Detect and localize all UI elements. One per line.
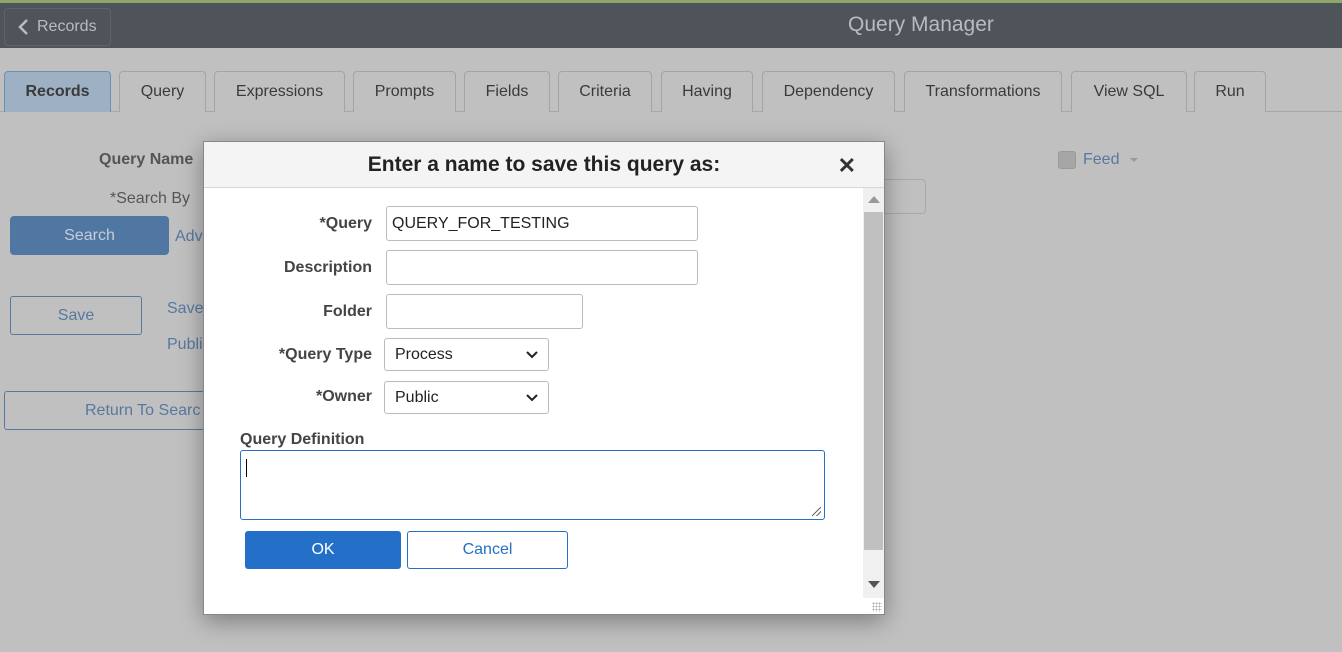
text-cursor: [246, 459, 247, 477]
query-definition-label: Query Definition: [240, 431, 365, 448]
tab-having[interactable]: Having: [661, 71, 753, 112]
owner-label: *Owner: [315, 388, 372, 405]
save-button[interactable]: Save: [10, 296, 142, 335]
dialog-resize-icon[interactable]: [872, 602, 882, 612]
query-name-label: Query Name: [99, 151, 194, 168]
search-by-label: *Search By: [110, 190, 191, 207]
tab-records[interactable]: Records: [4, 71, 111, 112]
app-header: Records Query Manager: [0, 3, 1342, 48]
description-label: Description: [283, 259, 372, 276]
owner-select[interactable]: Public: [384, 381, 549, 414]
tab-query[interactable]: Query: [119, 71, 206, 112]
back-label: Records: [37, 18, 97, 35]
advanced-search-link[interactable]: Adv: [175, 228, 203, 246]
query-type-value: Process: [395, 345, 453, 363]
page-title: Query Manager: [848, 13, 994, 36]
chevron-down-icon: [526, 350, 538, 358]
chevron-left-icon: [18, 19, 28, 35]
folder-input[interactable]: [386, 294, 583, 329]
back-button[interactable]: Records: [4, 8, 111, 46]
feed-label: Feed: [1083, 151, 1120, 168]
caret-down-icon: [1130, 158, 1139, 162]
tab-fields[interactable]: Fields: [464, 71, 550, 112]
new-query-link[interactable]: Publi: [167, 336, 203, 354]
tab-expressions[interactable]: Expressions: [214, 71, 345, 112]
search-button[interactable]: Search: [10, 216, 169, 255]
scroll-up-icon[interactable]: [868, 196, 880, 203]
dialog-title: Enter a name to save this query as:: [367, 152, 721, 176]
resize-grip-icon[interactable]: [812, 507, 821, 516]
query-definition-textarea[interactable]: [240, 450, 825, 520]
tab-dependency[interactable]: Dependency: [762, 71, 895, 112]
close-icon[interactable]: ✕: [838, 153, 856, 179]
query-label: *Query: [319, 215, 372, 232]
tab-view-sql[interactable]: View SQL: [1071, 71, 1187, 112]
tab-prompts[interactable]: Prompts: [353, 71, 456, 112]
rss-icon: [1058, 151, 1076, 169]
query-type-select[interactable]: Process: [384, 338, 549, 371]
folder-label: Folder: [323, 303, 372, 320]
dialog-scrollbar[interactable]: [863, 188, 884, 598]
save-as-link[interactable]: Save: [167, 300, 203, 318]
ok-button[interactable]: OK: [245, 531, 401, 569]
description-input[interactable]: [386, 250, 698, 285]
dialog-header: Enter a name to save this query as: ✕: [204, 142, 884, 188]
owner-value: Public: [395, 388, 439, 406]
tab-transformations[interactable]: Transformations: [904, 71, 1062, 112]
tab-run[interactable]: Run: [1194, 71, 1266, 112]
cancel-button[interactable]: Cancel: [407, 531, 568, 569]
query-name-input[interactable]: QUERY_FOR_TESTING: [386, 206, 698, 241]
chevron-down-icon: [526, 393, 538, 401]
tab-criteria[interactable]: Criteria: [558, 71, 652, 112]
feed-menu[interactable]: Feed: [1058, 151, 1139, 169]
search-input[interactable]: [880, 179, 926, 214]
scroll-down-icon[interactable]: [868, 581, 880, 588]
query-type-label: *Query Type: [278, 346, 372, 363]
save-query-dialog: Enter a name to save this query as: ✕ *Q…: [203, 141, 885, 615]
scrollbar-thumb[interactable]: [864, 212, 883, 550]
